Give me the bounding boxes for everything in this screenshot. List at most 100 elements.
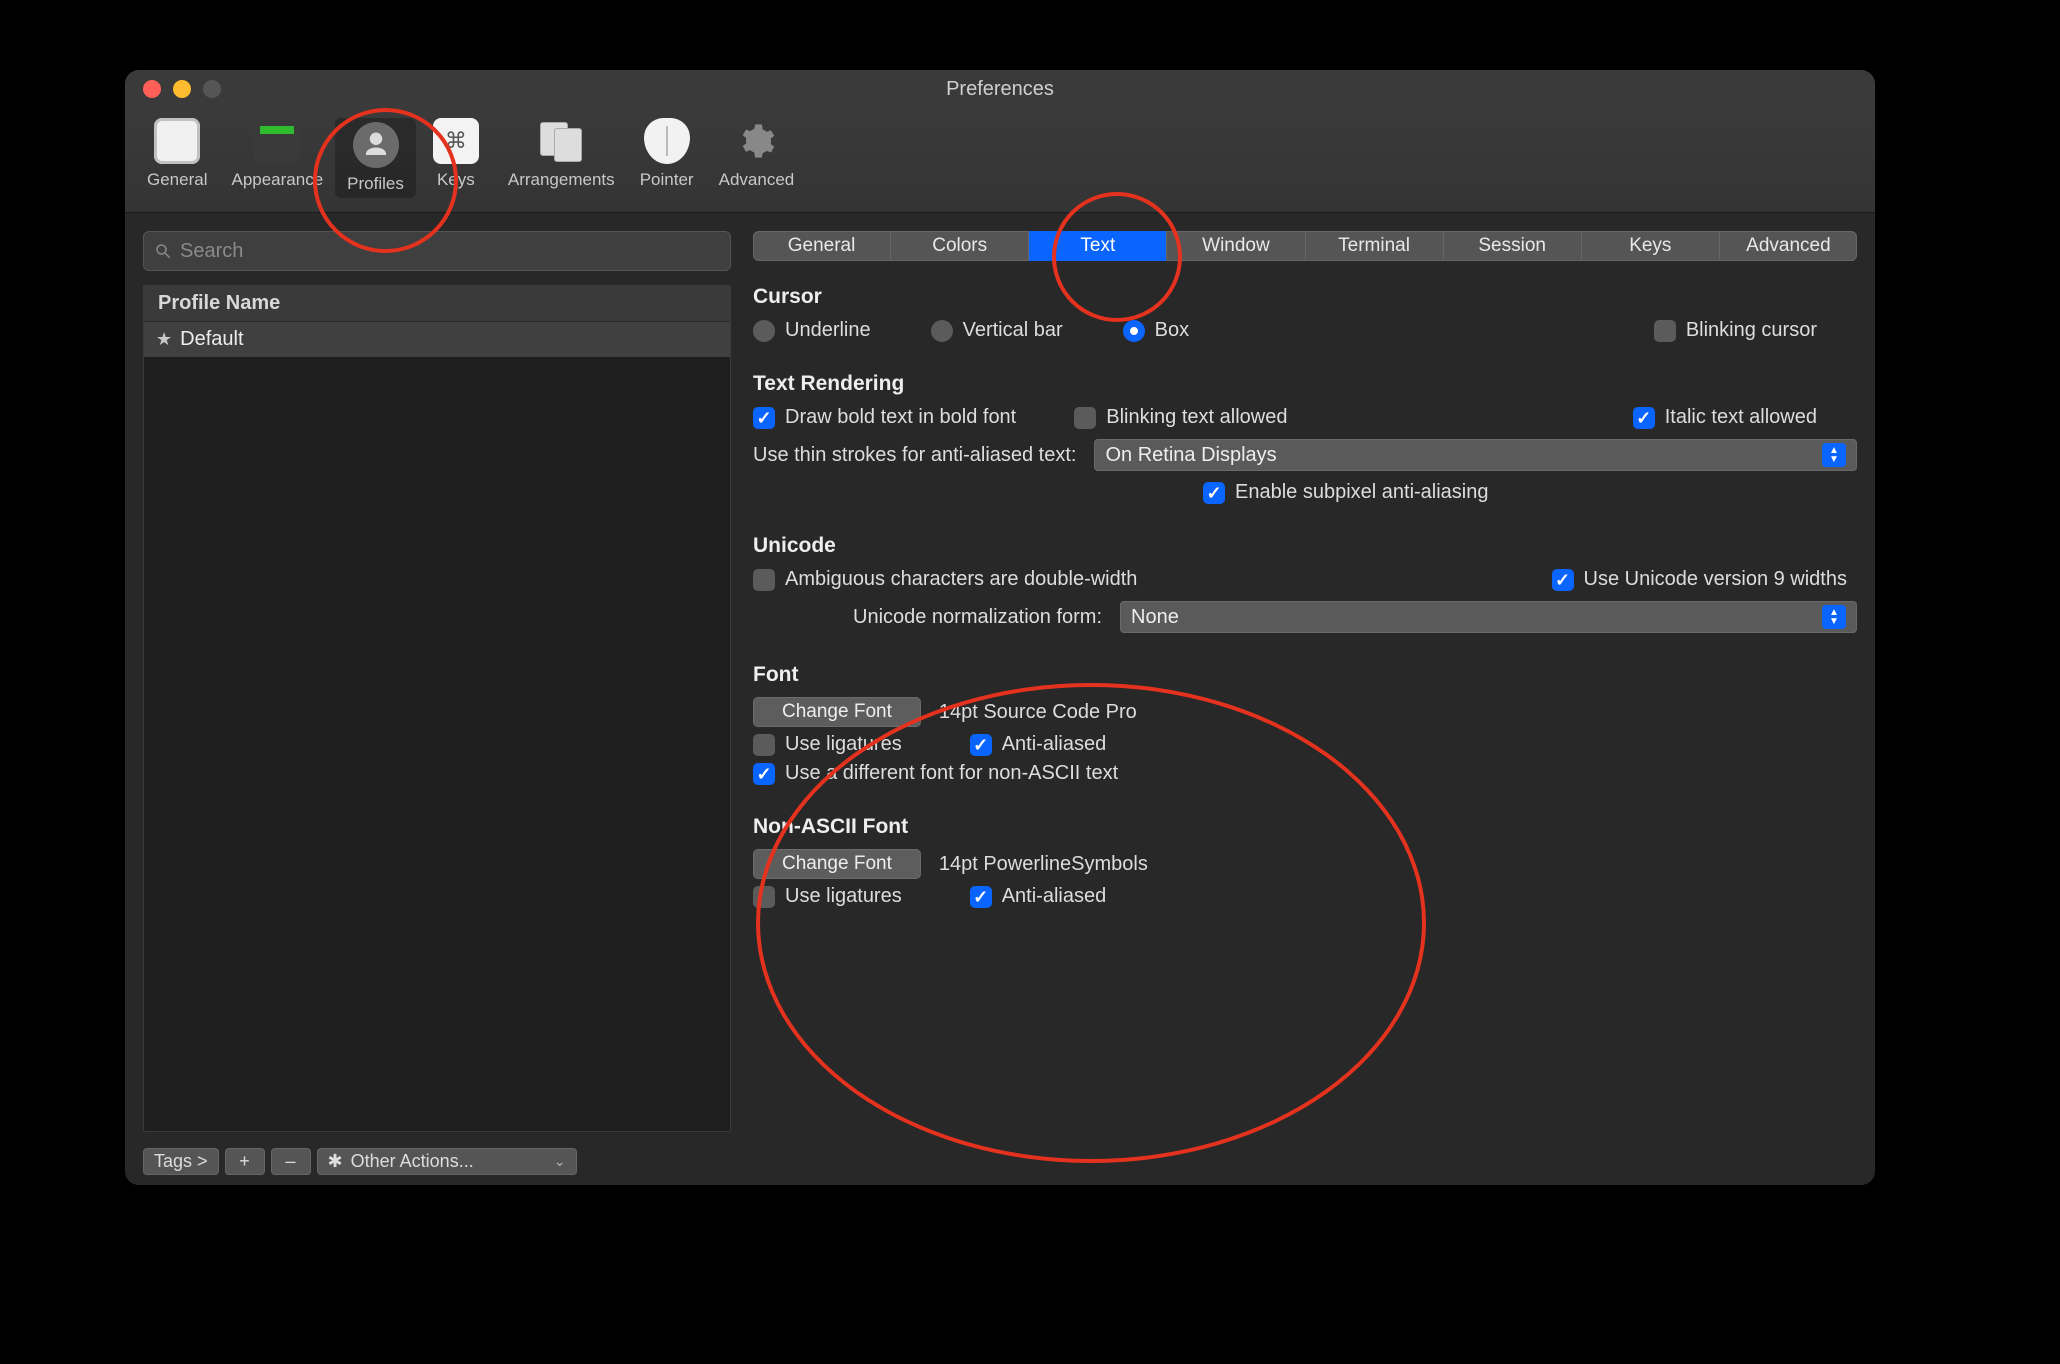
blinking-cursor-checkbox[interactable]: Blinking cursor: [1654, 319, 1817, 342]
check-label: Anti-aliased: [1002, 733, 1107, 756]
font-section: Font Change Font 14pt Source Code Pro Us…: [753, 663, 1857, 791]
minus-icon: –: [286, 1151, 296, 1172]
stepper-icon: ▲▼: [1822, 443, 1846, 467]
plus-icon: +: [239, 1151, 250, 1172]
toolbar-label: Advanced: [719, 170, 795, 190]
other-actions-menu[interactable]: ✱ Other Actions... ⌄: [317, 1148, 577, 1175]
tab-general[interactable]: General: [753, 231, 891, 261]
toolbar: General Appearance Profiles ⌘ Keys Arran…: [125, 108, 1875, 213]
change-nonascii-font-button[interactable]: Change Font: [753, 849, 921, 879]
check-label: Anti-aliased: [1002, 885, 1107, 908]
toolbar-label: Profiles: [347, 174, 404, 194]
keys-icon: ⌘: [433, 118, 479, 164]
window-title: Preferences: [125, 78, 1875, 101]
anti-aliased-checkbox[interactable]: Anti-aliased: [970, 733, 1107, 756]
advanced-icon: [733, 118, 779, 164]
change-font-button[interactable]: Change Font: [753, 697, 921, 727]
tab-keys[interactable]: Keys: [1582, 231, 1720, 261]
profile-row-default[interactable]: ★ Default: [144, 322, 730, 357]
cursor-heading: Cursor: [753, 285, 1857, 309]
toolbar-label: Arrangements: [508, 170, 615, 190]
other-actions-label: Other Actions...: [351, 1151, 474, 1172]
general-icon: [154, 118, 200, 164]
stepper-icon: ▲▼: [1822, 605, 1846, 629]
tab-text[interactable]: Text: [1029, 231, 1167, 261]
toolbar-appearance[interactable]: Appearance: [219, 118, 335, 190]
remove-profile-button[interactable]: –: [271, 1148, 311, 1175]
toolbar-arrangements[interactable]: Arrangements: [496, 118, 627, 190]
preferences-window: Preferences General Appearance Profiles …: [125, 70, 1875, 1185]
toolbar-advanced[interactable]: Advanced: [707, 118, 807, 190]
nonascii-ligatures-checkbox[interactable]: Use ligatures: [753, 885, 902, 908]
sidebar-bottom-bar: Tags > + – ✱ Other Actions... ⌄: [143, 1148, 731, 1175]
radio-label: Underline: [785, 319, 871, 342]
check-label: Blinking cursor: [1686, 319, 1817, 342]
text-rendering-heading: Text Rendering: [753, 372, 1857, 396]
toolbar-pointer[interactable]: Pointer: [627, 118, 707, 190]
cursor-vertical-radio[interactable]: Vertical bar: [931, 319, 1063, 342]
titlebar: Preferences: [125, 70, 1875, 108]
subpixel-aa-checkbox[interactable]: Enable subpixel anti-aliasing: [1203, 481, 1489, 504]
body: Profile Name ★ Default Tags > + – ✱ Othe…: [125, 213, 1875, 1185]
toolbar-profiles[interactable]: Profiles: [335, 118, 416, 198]
tab-advanced[interactable]: Advanced: [1720, 231, 1857, 261]
select-value: On Retina Displays: [1105, 444, 1276, 467]
toolbar-keys[interactable]: ⌘ Keys: [416, 118, 496, 190]
unicode-norm-select[interactable]: None ▲▼: [1120, 601, 1857, 633]
toolbar-label: Pointer: [640, 170, 694, 190]
check-label: Italic text allowed: [1665, 406, 1817, 429]
toolbar-label: Keys: [437, 170, 475, 190]
unicode-section: Unicode Ambiguous characters are double-…: [753, 534, 1857, 639]
gear-icon: ✱: [328, 1151, 343, 1172]
font-heading: Font: [753, 663, 1857, 687]
bold-font-checkbox[interactable]: Draw bold text in bold font: [753, 406, 1016, 429]
nonascii-anti-aliased-checkbox[interactable]: Anti-aliased: [970, 885, 1107, 908]
blinking-text-checkbox[interactable]: Blinking text allowed: [1074, 406, 1287, 429]
arrangements-icon: [538, 118, 584, 164]
radio-label: Box: [1155, 319, 1189, 342]
unicode-v9-checkbox[interactable]: Use Unicode version 9 widths: [1552, 568, 1847, 591]
check-label: Use ligatures: [785, 885, 902, 908]
star-icon: ★: [156, 329, 172, 350]
add-profile-button[interactable]: +: [225, 1148, 265, 1175]
tags-button[interactable]: Tags >: [143, 1148, 219, 1175]
profile-sidebar: Profile Name ★ Default Tags > + – ✱ Othe…: [125, 213, 745, 1185]
thin-strokes-select[interactable]: On Retina Displays ▲▼: [1094, 439, 1857, 471]
thin-strokes-label: Use thin strokes for anti-aliased text:: [753, 444, 1076, 467]
italic-text-checkbox[interactable]: Italic text allowed: [1633, 406, 1817, 429]
current-nonascii-font-label: 14pt PowerlineSymbols: [939, 853, 1148, 876]
check-label: Draw bold text in bold font: [785, 406, 1016, 429]
tab-colors[interactable]: Colors: [891, 231, 1029, 261]
profile-name: Default: [180, 328, 243, 351]
pointer-icon: [644, 118, 690, 164]
toolbar-general[interactable]: General: [135, 118, 219, 190]
cursor-box-radio[interactable]: Box: [1123, 319, 1189, 342]
check-label: Use Unicode version 9 widths: [1584, 568, 1847, 591]
nonascii-font-heading: Non-ASCII Font: [753, 815, 1857, 839]
cursor-section: Cursor Underline Vertical bar Box Blinki…: [753, 285, 1857, 348]
check-label: Ambiguous characters are double-width: [785, 568, 1137, 591]
search-input[interactable]: [180, 240, 720, 263]
profile-list: Profile Name ★ Default: [143, 285, 731, 1132]
toolbar-label: General: [147, 170, 207, 190]
check-label: Blinking text allowed: [1106, 406, 1287, 429]
tab-session[interactable]: Session: [1444, 231, 1582, 261]
current-font-label: 14pt Source Code Pro: [939, 701, 1137, 724]
cursor-underline-radio[interactable]: Underline: [753, 319, 871, 342]
profile-list-header: Profile Name: [144, 286, 730, 322]
check-label: Use a different font for non-ASCII text: [785, 762, 1118, 785]
toolbar-label: Appearance: [231, 170, 323, 190]
ligatures-checkbox[interactable]: Use ligatures: [753, 733, 902, 756]
tab-terminal[interactable]: Terminal: [1306, 231, 1444, 261]
search-field[interactable]: [143, 231, 731, 271]
tab-window[interactable]: Window: [1167, 231, 1305, 261]
different-nonascii-font-checkbox[interactable]: Use a different font for non-ASCII text: [753, 762, 1118, 785]
radio-label: Vertical bar: [963, 319, 1063, 342]
check-label: Use ligatures: [785, 733, 902, 756]
select-value: None: [1131, 606, 1179, 629]
text-rendering-section: Text Rendering Draw bold text in bold fo…: [753, 372, 1857, 510]
ambiguous-width-checkbox[interactable]: Ambiguous characters are double-width: [753, 568, 1137, 591]
nonascii-font-section: Non-ASCII Font Change Font 14pt Powerlin…: [753, 815, 1857, 914]
search-icon: [154, 242, 172, 260]
main-panel: General Colors Text Window Terminal Sess…: [745, 213, 1875, 1185]
